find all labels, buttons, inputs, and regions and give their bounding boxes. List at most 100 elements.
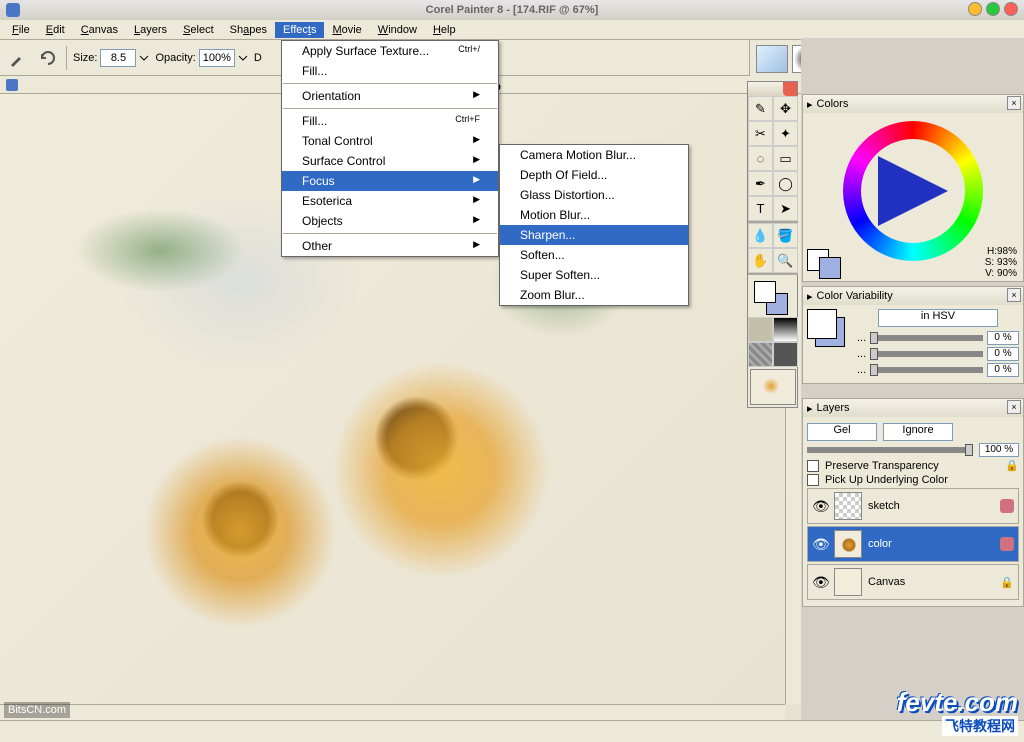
menu-item[interactable]: Zoom Blur... [500,285,688,305]
menu-item[interactable]: Fill...Ctrl+F [282,111,498,131]
layer-item[interactable]: 👁color [807,526,1019,562]
menu-movie[interactable]: Movie [324,22,369,38]
menu-canvas[interactable]: Canvas [73,22,126,38]
lock-icon[interactable]: 🔒 [1000,576,1014,589]
additional-color-swatch[interactable] [819,257,841,279]
toolbox-preview [748,367,798,407]
variability-slider-s[interactable]: ...0 % [857,347,1019,361]
pickup-color-checkbox[interactable] [807,474,819,486]
menu-item[interactable]: Depth Of Field... [500,165,688,185]
menu-item[interactable]: Surface Control▶ [282,151,498,171]
close-button[interactable] [1004,2,1018,16]
nozzle-selector[interactable] [773,342,798,367]
menu-item[interactable]: Super Soften... [500,265,688,285]
gradient-selector[interactable] [773,317,798,342]
paper-selector[interactable] [748,317,773,342]
bucket-tool[interactable]: 🪣 [773,223,798,248]
palette-close-icon[interactable]: × [1007,400,1021,414]
menu-effects[interactable]: Effects [275,22,324,38]
text-tool[interactable]: T [748,196,773,221]
layer-item[interactable]: 👁sketch [807,488,1019,524]
minimize-button[interactable] [968,2,982,16]
lasso-tool[interactable]: ◌ [748,146,773,171]
visibility-icon[interactable]: 👁 [812,536,828,553]
wand-tool[interactable]: ✦ [773,121,798,146]
preserve-transparency-checkbox[interactable] [807,460,819,472]
menu-item[interactable]: Soften... [500,245,688,265]
palette-close-icon[interactable]: × [1007,96,1021,110]
menu-item[interactable]: Esoterica▶ [282,191,498,211]
lock-icon[interactable]: 🔒 [1005,459,1019,472]
dropper-tool[interactable]: 💧 [748,223,773,248]
menu-file[interactable]: File [4,22,38,38]
menu-shapes[interactable]: Shapes [222,22,275,38]
menu-item[interactable]: Apply Surface Texture...Ctrl+/ [282,41,498,61]
window-title: Corel Painter 8 - [174.RIF @ 67%] [426,4,599,16]
layer-list: 👁sketch👁color👁Canvas🔒 [807,488,1019,600]
opacity-field[interactable]: Opacity: [155,49,247,67]
palette-close-icon[interactable]: × [1007,288,1021,302]
brush-category-thumb[interactable] [756,45,788,73]
visibility-icon[interactable]: 👁 [812,498,828,515]
toolbox-header[interactable] [748,82,797,96]
layer-opacity-slider[interactable] [807,447,973,453]
menu-item[interactable]: Camera Motion Blur... [500,145,688,165]
menu-edit[interactable]: Edit [38,22,73,38]
visibility-icon[interactable]: 👁 [812,574,828,591]
hand-tool[interactable]: ✋ [748,248,773,273]
pen-tool[interactable]: ✒ [748,171,773,196]
brush-icon[interactable] [6,46,30,70]
magnifier-tool[interactable]: 🔍 [773,248,798,273]
menu-item[interactable]: Fill... [282,61,498,81]
crop-tool[interactable]: ✂ [748,121,773,146]
layers-header[interactable]: ▸ Layers × [803,399,1023,417]
menu-item[interactable]: Motion Blur... [500,205,688,225]
menu-window[interactable]: Window [370,22,425,38]
primary-color-swatch[interactable] [754,281,776,303]
menu-help[interactable]: Help [425,22,464,38]
opacity-input[interactable] [199,49,235,67]
scrollbar-horizontal[interactable] [0,704,785,720]
size-field[interactable]: Size: [73,49,149,67]
disclosure-triangle-icon[interactable]: ▸ [807,290,813,303]
variability-slider-h[interactable]: ...0 % [857,331,1019,345]
toolbox-swatches[interactable] [748,273,798,317]
chevron-down-icon[interactable] [238,53,248,63]
size-input[interactable] [100,49,136,67]
disclosure-triangle-icon[interactable]: ▸ [807,402,813,415]
reset-icon[interactable] [36,46,60,70]
move-tool[interactable]: ✥ [773,96,798,121]
menu-layers[interactable]: Layers [126,22,175,38]
title-bar: Corel Painter 8 - [174.RIF @ 67%] [0,0,1024,20]
layers-palette: ▸ Layers × Gel Ignore 100 % Preserve Tra… [802,398,1024,607]
layer-item[interactable]: 👁Canvas🔒 [807,564,1019,600]
menu-item[interactable]: Tonal Control▶ [282,131,498,151]
menu-select[interactable]: Select [175,22,222,38]
menu-item[interactable]: Other▶ [282,236,498,256]
layer-opacity-value[interactable]: 100 % [979,443,1019,457]
marquee-tool[interactable]: ▭ [773,146,798,171]
variability-mode-select[interactable]: in HSV [878,309,998,327]
menu-item[interactable]: Sharpen... [500,225,688,245]
colors-header[interactable]: ▸ Colors × [803,95,1023,113]
close-icon[interactable] [783,82,797,96]
colors-title: Colors [817,98,849,110]
variability-swatch[interactable] [807,309,847,349]
disclosure-triangle-icon[interactable]: ▸ [807,98,813,111]
color-wheel[interactable] [843,121,983,261]
menu-item[interactable]: Glass Distortion... [500,185,688,205]
variability-slider-v[interactable]: ...0 % [857,363,1019,377]
arrow-tool[interactable]: ➤ [773,196,798,221]
color-variability-header[interactable]: ▸ Color Variability × [803,287,1023,305]
chevron-down-icon[interactable] [139,53,149,63]
pattern-selector[interactable] [748,342,773,367]
shape-tool[interactable]: ◯ [773,171,798,196]
composite-select[interactable]: Ignore [883,423,953,441]
menu-item[interactable]: Focus▶ [282,171,498,191]
status-bar [0,720,1024,742]
menu-item[interactable]: Objects▶ [282,211,498,231]
zoom-button[interactable] [986,2,1000,16]
blend-mode-select[interactable]: Gel [807,423,877,441]
brush-tool[interactable]: ✎ [748,96,773,121]
menu-item[interactable]: Orientation▶ [282,86,498,106]
